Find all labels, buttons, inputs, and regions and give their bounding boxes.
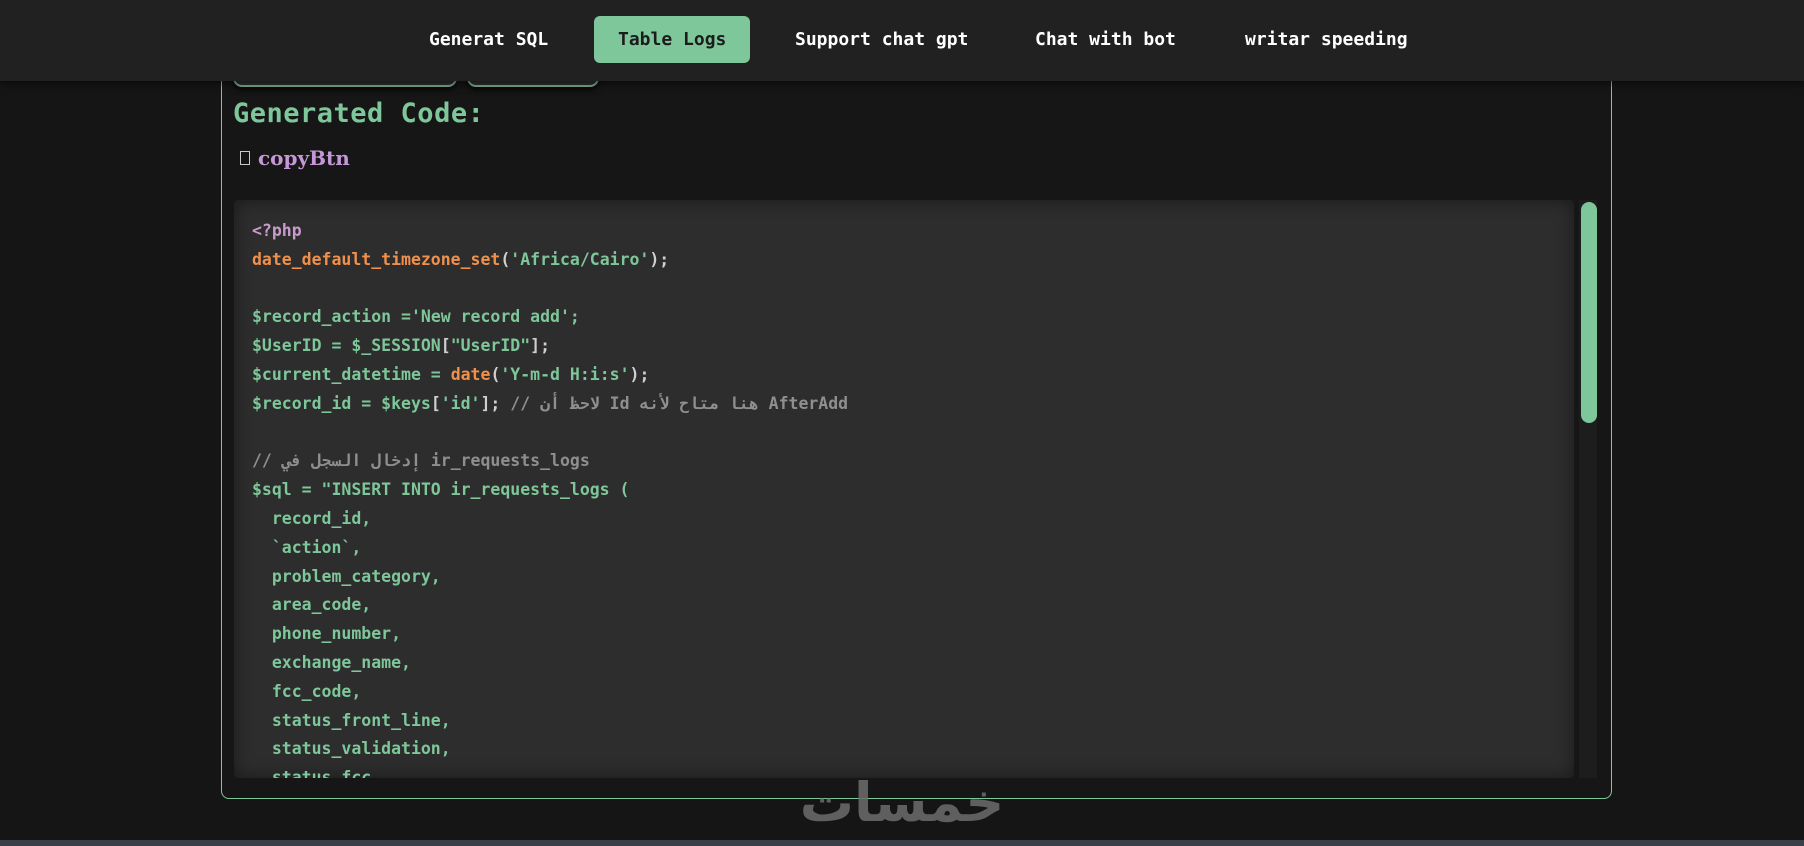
code-line: status_fcc, — [252, 768, 382, 778]
code-function: date_default_timezone_set — [252, 249, 501, 269]
copy-button-label: copyBtn — [258, 146, 350, 170]
code-punct: ( — [500, 249, 511, 269]
code-line: $sql = "INSERT INTO ir_requests_logs ( — [252, 480, 630, 500]
code-punct: [ — [430, 393, 441, 413]
bottom-edge — [0, 840, 1804, 846]
code-php-tag: <?php — [252, 221, 302, 240]
code-string: 'id' — [440, 393, 481, 413]
code-line: $record_id = $keys — [252, 393, 431, 413]
code-string: 'New record add'; — [410, 307, 580, 327]
copy-icon — [240, 151, 250, 165]
code-line: $UserID = $_SESSION — [252, 336, 441, 356]
top-navbar: Generat SQL Table Logs Support chat gpt … — [0, 0, 1804, 81]
code-scrollbar-thumb[interactable] — [1581, 202, 1597, 423]
code-punct: ); — [649, 249, 670, 269]
nav-generat-sql[interactable]: Generat SQL — [405, 16, 572, 63]
nav-chat-with-bot[interactable]: Chat with bot — [1011, 16, 1200, 63]
code-text: <?php date_default_timezone_set('Africa/… — [252, 217, 848, 778]
code-string: 'Y-m-d H:i:s' — [500, 364, 630, 384]
code-line: `action`, — [252, 537, 362, 557]
nav-support-chat-gpt[interactable]: Support chat gpt — [771, 16, 992, 63]
code-comment: // إدخال السجل في ir_requests_logs — [252, 451, 590, 471]
nav-writar-speeding[interactable]: writar speeding — [1221, 16, 1432, 63]
generated-code-title: Generated Code: — [233, 98, 485, 129]
nav-table-logs[interactable]: Table Logs — [594, 16, 751, 63]
watermark-logo: خمسات — [799, 771, 1005, 834]
code-punct: ( — [490, 364, 501, 384]
code-block[interactable]: <?php date_default_timezone_set('Africa/… — [234, 200, 1574, 778]
code-line: status_validation, — [252, 739, 451, 759]
code-string: 'Africa/Cairo' — [510, 249, 650, 269]
code-function: date — [450, 364, 491, 384]
code-punct: ]; — [530, 336, 551, 356]
code-line: record_id, — [252, 508, 372, 528]
code-comment: // لاحظ أن Id هنا متاح لأنه AfterAdd — [500, 393, 849, 413]
code-line: fcc_code, — [252, 681, 362, 701]
code-line: exchange_name, — [252, 652, 411, 672]
code-line: phone_number, — [252, 624, 402, 644]
code-line: status_front_line, — [252, 710, 451, 730]
code-line: $record_action = — [252, 307, 411, 327]
code-punct: ); — [629, 364, 650, 384]
code-line: problem_category, — [252, 566, 441, 586]
copy-button[interactable]: copyBtn — [240, 146, 350, 170]
code-string: "UserID" — [450, 336, 531, 356]
code-punct: ]; — [480, 393, 501, 413]
code-line: $current_datetime = — [252, 364, 451, 384]
code-punct: [ — [440, 336, 451, 356]
code-line: area_code, — [252, 595, 372, 615]
